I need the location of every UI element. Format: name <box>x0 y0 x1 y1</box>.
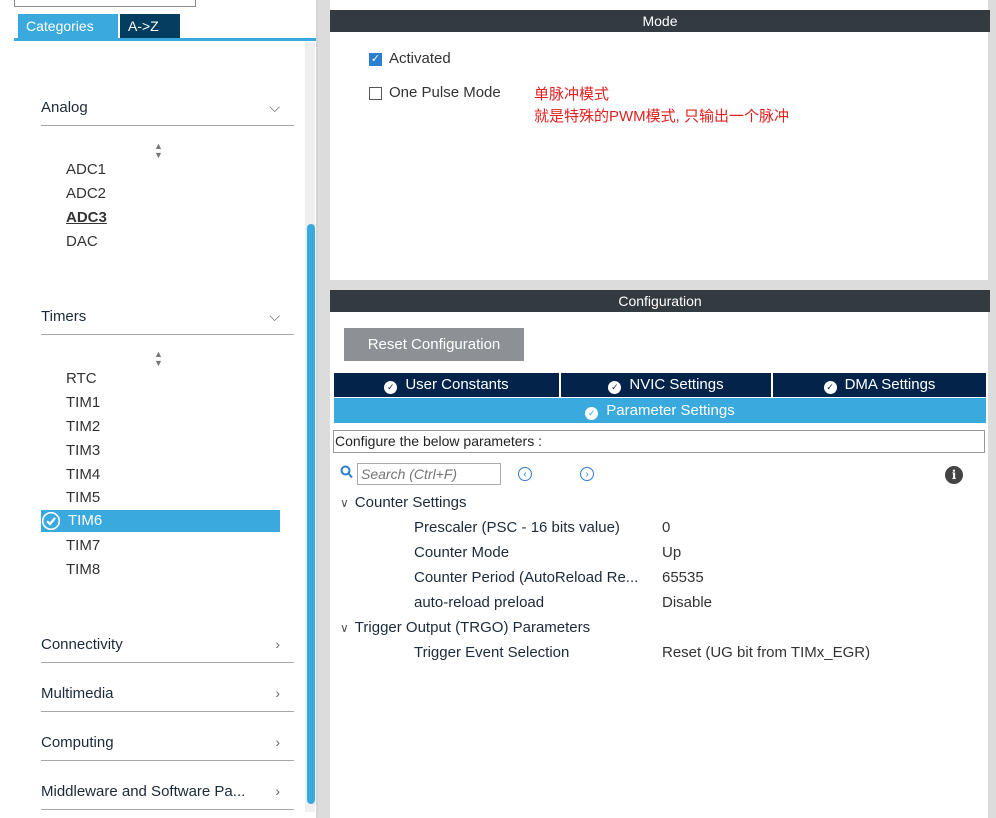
left-scrollbar-thumb[interactable] <box>307 224 315 804</box>
chevron-right-icon: › <box>275 685 280 701</box>
configuration-header: Configuration <box>330 290 990 312</box>
search-input[interactable] <box>357 463 501 485</box>
tab-dma-settings[interactable]: ✓ DMA Settings <box>773 373 986 397</box>
group-multimedia[interactable]: Multimedia › <box>41 685 294 712</box>
group-timers[interactable]: Timers ⌵ <box>41 308 294 335</box>
tab-parameter-settings[interactable]: ✓ Parameter Settings <box>334 398 986 423</box>
chevron-down-icon: ⌵ <box>269 99 280 115</box>
list-item-tim1[interactable]: TIM1 <box>66 392 100 414</box>
counter-settings-group[interactable]: ∨ Counter Settings <box>340 494 467 511</box>
param-name: Prescaler (PSC - 16 bits value) <box>414 519 620 536</box>
param-name: Trigger Event Selection <box>414 644 570 661</box>
next-result-icon[interactable]: › <box>580 467 594 481</box>
tab-nvic-settings-label: NVIC Settings <box>629 376 724 393</box>
tab-parameter-settings-label: Parameter Settings <box>606 402 735 419</box>
group-timers-label: Timers <box>41 308 87 325</box>
parameter-description: Configure the below parameters : <box>333 430 985 453</box>
check-circle-icon: ✓ <box>585 407 599 420</box>
previous-result-icon[interactable]: ‹ <box>518 467 532 481</box>
group-multimedia-label: Multimedia <box>41 685 114 702</box>
info-icon[interactable]: i <box>945 466 963 484</box>
annotation-line-2: 就是特殊的PWM模式, 只输出一个脉冲 <box>534 108 789 125</box>
tab-nvic-settings[interactable]: ✓ NVIC Settings <box>561 373 771 397</box>
tab-user-constants-label: User Constants <box>405 376 509 393</box>
list-item-tim4[interactable]: TIM4 <box>66 464 100 486</box>
annotation-line-1: 单脉冲模式 <box>534 86 610 103</box>
search-icon[interactable] <box>340 465 353 483</box>
right-scrollbar[interactable] <box>988 0 996 818</box>
group-computing[interactable]: Computing › <box>41 734 294 761</box>
chevron-right-icon: › <box>275 636 280 652</box>
list-item-tim6-label: TIM6 <box>68 512 103 529</box>
tab-underline <box>14 38 318 41</box>
one-pulse-checkbox[interactable] <box>369 87 382 100</box>
chevron-down-icon: ∨ <box>340 496 349 510</box>
list-item-tim8[interactable]: TIM8 <box>66 559 100 581</box>
left-panel: Categories A->Z Analog ⌵ ▲ ▼ ADC1 ADC2 AD… <box>0 0 318 818</box>
chevron-right-icon: › <box>275 783 280 799</box>
list-item-tim7[interactable]: TIM7 <box>66 535 100 557</box>
param-name: Counter Mode <box>414 544 510 561</box>
list-item-tim3[interactable]: TIM3 <box>66 440 100 462</box>
mode-header: Mode <box>330 10 990 32</box>
group-connectivity-label: Connectivity <box>41 636 123 653</box>
activated-label: Activated <box>389 50 451 67</box>
activated-checkbox[interactable]: ✓ <box>369 53 382 66</box>
one-pulse-label: One Pulse Mode <box>389 84 501 101</box>
list-item-adc1[interactable]: ADC1 <box>66 159 106 181</box>
list-item-tim5[interactable]: TIM5 <box>66 487 100 509</box>
list-item-adc2[interactable]: ADC2 <box>66 183 106 205</box>
mode-panel <box>330 32 988 280</box>
sort-icon[interactable]: ▲ ▼ <box>154 350 163 368</box>
param-value[interactable]: Disable <box>662 594 712 611</box>
group-middleware-label: Middleware and Software Pa... <box>41 783 246 800</box>
param-name: Counter Period (AutoReload Re... <box>414 569 639 586</box>
list-item-adc3[interactable]: ADC3 <box>66 207 107 229</box>
check-circle-icon <box>42 512 60 530</box>
group-middleware[interactable]: Middleware and Software Pa... › <box>41 783 294 810</box>
chevron-right-icon: › <box>275 734 280 750</box>
trgo-parameters-title: Trigger Output (TRGO) Parameters <box>354 619 591 636</box>
tab-a-to-z[interactable]: A->Z <box>120 14 180 38</box>
tab-categories[interactable]: Categories <box>18 14 118 38</box>
group-analog-label: Analog <box>41 99 88 116</box>
splitter[interactable] <box>318 0 330 818</box>
list-item-rtc[interactable]: RTC <box>66 368 97 390</box>
reset-configuration-button[interactable]: Reset Configuration <box>344 328 524 361</box>
param-value[interactable]: 65535 <box>662 569 704 586</box>
section-gap <box>330 280 990 290</box>
check-circle-icon: ✓ <box>823 381 837 394</box>
tab-user-constants[interactable]: ✓ User Constants <box>334 373 559 397</box>
chevron-down-icon: ⌵ <box>269 308 280 324</box>
group-connectivity[interactable]: Connectivity › <box>41 636 294 663</box>
chevron-down-icon: ∨ <box>340 621 349 635</box>
param-value[interactable]: Reset (UG bit from TIMx_EGR) <box>662 644 870 661</box>
search-field-fragment[interactable] <box>14 0 196 7</box>
check-circle-icon: ✓ <box>608 381 622 394</box>
trgo-parameters-group[interactable]: ∨ Trigger Output (TRGO) Parameters <box>340 619 590 636</box>
group-analog[interactable]: Analog ⌵ <box>41 99 294 126</box>
list-item-tim2[interactable]: TIM2 <box>66 416 100 438</box>
param-value[interactable]: Up <box>662 544 681 561</box>
list-item-dac[interactable]: DAC <box>66 231 98 253</box>
param-name: auto-reload preload <box>414 594 545 611</box>
top-strip <box>330 0 988 10</box>
tab-dma-settings-label: DMA Settings <box>844 376 936 393</box>
check-circle-icon: ✓ <box>384 381 398 394</box>
sort-icon[interactable]: ▲ ▼ <box>154 142 163 160</box>
param-value[interactable]: 0 <box>662 519 670 536</box>
group-computing-label: Computing <box>41 734 114 751</box>
counter-settings-title: Counter Settings <box>354 494 467 511</box>
